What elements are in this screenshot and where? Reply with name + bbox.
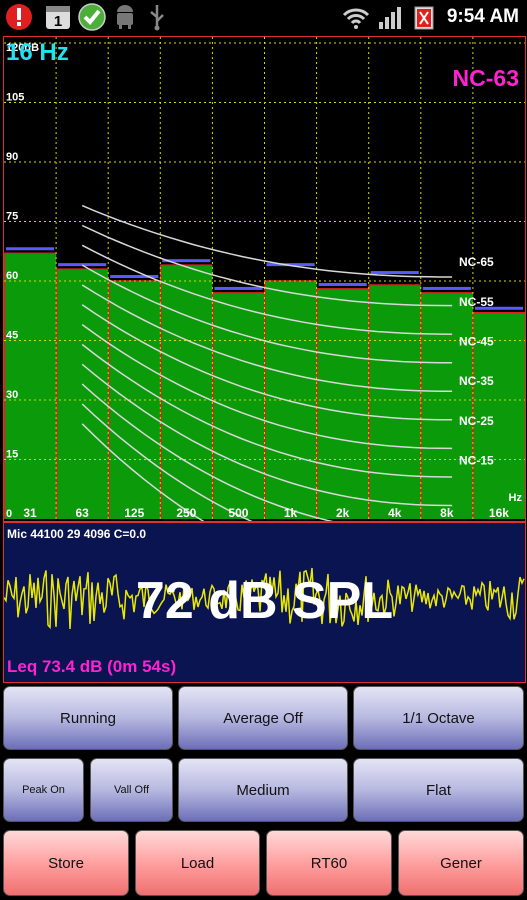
y-tick-label: 105	[6, 92, 24, 104]
x-tick-label: 63	[75, 506, 89, 520]
gener-button[interactable]: Gener	[398, 830, 524, 896]
running-button[interactable]: Running	[3, 686, 173, 750]
peak-marker	[214, 286, 263, 290]
clock: 9:54 AM	[446, 6, 519, 27]
alert-icon	[6, 4, 32, 30]
spectrum-bar	[56, 269, 109, 519]
nc-curve-label: NC-55	[459, 295, 494, 309]
load-button[interactable]: Load	[135, 830, 260, 896]
x-tick-label: 1k	[284, 506, 298, 520]
flat-button[interactable]: Flat	[353, 758, 524, 822]
spectrum-bar	[316, 288, 369, 519]
peak-marker	[318, 282, 367, 286]
calendar-day-label: 1	[54, 13, 62, 30]
status-bar: 1 9:54 AM	[0, 0, 527, 34]
peak-marker	[422, 286, 471, 290]
nc-curve-label: NC-35	[459, 374, 494, 388]
battery-icon	[414, 6, 434, 30]
leq-readout: Leq 73.4 dB (0m 54s)	[7, 657, 177, 676]
y-tick-label: 30	[6, 389, 18, 401]
spectrum-bar	[160, 265, 213, 519]
x-tick-label: 4k	[388, 506, 402, 520]
calendar-icon: 1	[46, 6, 70, 30]
spectrum-chart: NC-65NC-55NC-45NC-35NC-25NC-15120dB10590…	[4, 37, 525, 521]
y-tick-label: 45	[6, 330, 18, 342]
mic-info-text: Mic 44100 29 4096 C=0.0	[7, 527, 147, 541]
x-tick-label: 250	[176, 506, 196, 520]
x-tick-label: 500	[228, 506, 248, 520]
y-tick-label: 0	[6, 508, 12, 520]
peak-marker	[6, 247, 55, 251]
nc-curve	[81, 204, 453, 278]
x-tick-label: 2k	[336, 506, 350, 520]
frequency-readout: 16 Hz	[6, 39, 69, 66]
peak-marker	[370, 271, 419, 275]
y-tick-label: 90	[6, 151, 18, 163]
x-tick-label: 31	[23, 506, 37, 520]
octave-button[interactable]: 1/1 Octave	[353, 686, 524, 750]
x-axis-unit-label: Hz	[509, 492, 523, 504]
usb-icon	[150, 5, 164, 31]
y-tick-label: 60	[6, 270, 18, 282]
nc-curve-label: NC-45	[459, 335, 494, 349]
spectrum-bar	[212, 292, 265, 519]
x-tick-label: 8k	[440, 506, 454, 520]
x-tick-label: 16k	[489, 506, 509, 520]
android-icon	[117, 5, 133, 29]
check-icon	[78, 3, 106, 31]
spl-readout: 72 dB SPL	[135, 572, 394, 630]
store-button[interactable]: Store	[3, 830, 129, 896]
average-button[interactable]: Average Off	[178, 686, 348, 750]
nc-curve-label: NC-25	[459, 414, 494, 428]
medium-button[interactable]: Medium	[178, 758, 348, 822]
spectrum-analyzer-panel[interactable]: NC-65 NC-55 NC-45 NC-35 NC-25 NC-15 120dB 105 90…	[3, 36, 526, 522]
y-tick-label: 15	[6, 449, 18, 461]
wifi-icon	[342, 8, 370, 29]
spectrum-bar	[420, 292, 473, 519]
waveform-panel: Mic 44100 29 4096 C=0.0 72 dB SPL Leq 73…	[3, 522, 526, 683]
y-tick-label: 75	[6, 211, 18, 223]
nc-curve-label: NC-65	[459, 255, 494, 269]
peak-button[interactable]: Peak On	[3, 758, 84, 822]
x-tick-label: 125	[124, 506, 144, 520]
spectrum-bar	[4, 253, 57, 519]
vall-button[interactable]: Vall Off	[90, 758, 173, 822]
signal-icon	[379, 7, 401, 29]
nc-curve-label: NC-15	[459, 454, 494, 468]
spectrum-bar	[368, 284, 421, 519]
nc-rating-readout: NC-63	[452, 65, 519, 91]
rt60-button[interactable]: RT60	[266, 830, 392, 896]
